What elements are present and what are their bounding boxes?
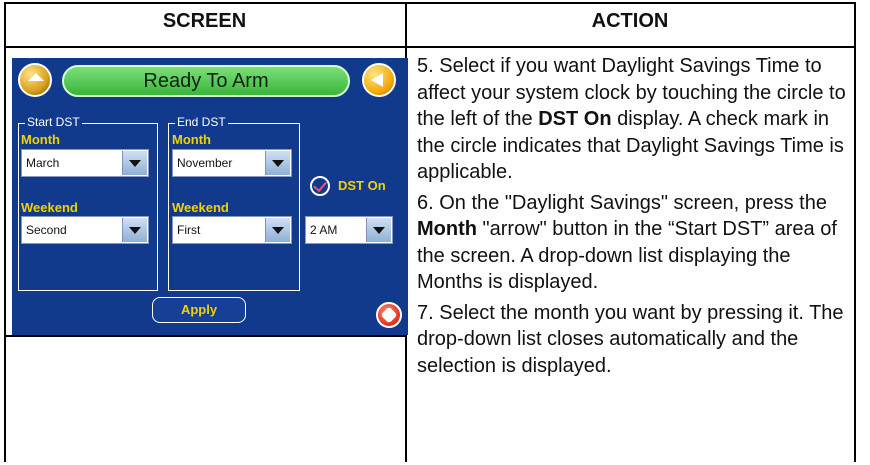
start-weekend-dropdown[interactable]: Second — [21, 216, 149, 244]
action-text: 5. Select if you want Daylight Savings T… — [417, 53, 853, 383]
status-title: Ready To Arm — [62, 65, 350, 97]
header-action: ACTION — [591, 10, 669, 32]
step-6: 6. On the "Daylight Savings" screen, pre… — [417, 191, 837, 294]
dst-on-label: DST On — [338, 178, 386, 193]
back-arrow-icon[interactable] — [362, 63, 396, 97]
end-month-label: Month — [172, 132, 211, 147]
end-dst-label: End DST — [175, 115, 228, 129]
stop-icon[interactable] — [376, 302, 402, 328]
time-value: 2 AM — [310, 223, 338, 237]
time-dropdown[interactable]: 2 AM — [305, 216, 393, 244]
end-month-value: November — [177, 156, 233, 170]
end-weekend-label: Weekend — [172, 200, 229, 215]
screen-cell-bottom — [4, 335, 406, 337]
header-screen: SCREEN — [162, 10, 247, 32]
home-icon[interactable] — [18, 63, 52, 97]
dropdown-arrow-icon[interactable] — [265, 151, 290, 175]
table-header-divider — [4, 46, 856, 48]
table-top-border — [4, 2, 856, 4]
dropdown-arrow-icon[interactable] — [122, 218, 147, 242]
start-dst-label: Start DST — [25, 115, 82, 129]
end-month-dropdown[interactable]: November — [172, 149, 292, 177]
instruction-table: SCREEN ACTION Ready To Arm Start DST Mon… — [4, 2, 856, 462]
device-screen: Ready To Arm Start DST Month March Weeke… — [12, 58, 408, 335]
table-right-border — [854, 2, 856, 462]
dropdown-arrow-icon[interactable] — [122, 151, 147, 175]
start-month-dropdown[interactable]: March — [21, 149, 149, 177]
dropdown-arrow-icon[interactable] — [366, 218, 391, 242]
dst-on-checkbox[interactable] — [310, 176, 330, 196]
dropdown-arrow-icon[interactable] — [265, 218, 290, 242]
top-bar: Ready To Arm — [12, 58, 408, 104]
apply-button[interactable]: Apply — [152, 297, 246, 323]
step-5: 5. Select if you want Daylight Savings T… — [417, 55, 846, 183]
table-left-border — [4, 2, 6, 462]
step-7: 7. Select the month you want by pressing… — [417, 301, 844, 377]
start-month-value: March — [26, 156, 60, 170]
start-month-label: Month — [21, 132, 60, 147]
start-weekend-label: Weekend — [21, 200, 78, 215]
end-weekend-dropdown[interactable]: First — [172, 216, 292, 244]
start-weekend-value: Second — [26, 223, 67, 237]
end-weekend-value: First — [177, 223, 201, 237]
